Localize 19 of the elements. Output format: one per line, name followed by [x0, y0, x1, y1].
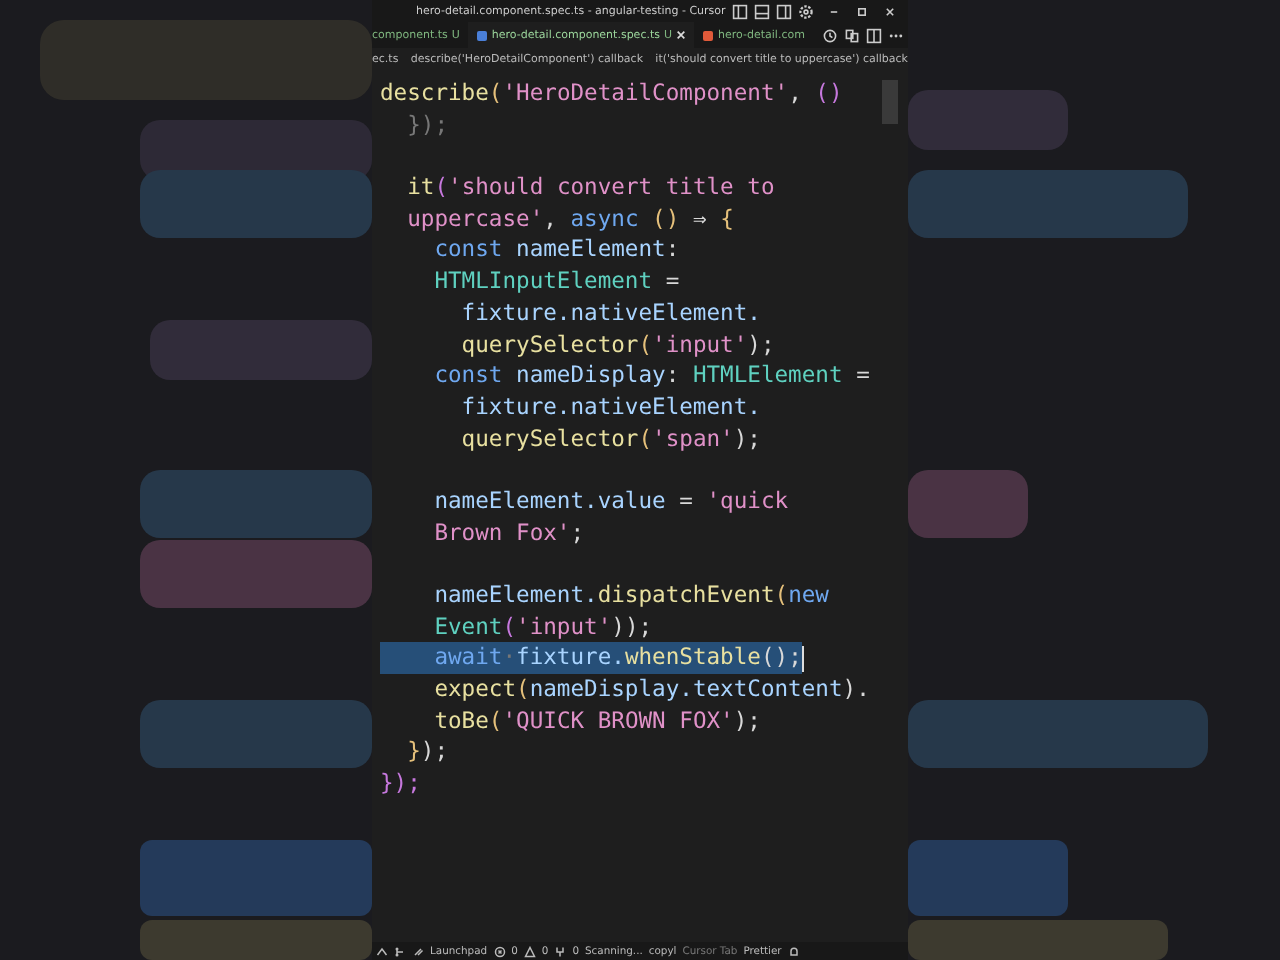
- code-line: fixture.nativeElement.: [459, 297, 761, 330]
- code-line: describe('HeroDetailComponent', (): [380, 78, 843, 110]
- code-line: uppercase', async () ⇒ {: [405, 203, 734, 235]
- code-line: HTMLInputElement =: [432, 266, 680, 298]
- code-line: nameElement.dispatchEvent(new: [432, 580, 829, 612]
- code-line: const nameDisplay: HTMLElement =: [432, 360, 870, 392]
- code-line: const nameElement:: [432, 234, 680, 267]
- code-line: });: [405, 109, 449, 141]
- code-line: });: [405, 736, 449, 769]
- code-line: querySelector('input');: [459, 329, 775, 361]
- code-line: });: [380, 768, 421, 800]
- code-line: fixture.nativeElement.: [459, 391, 761, 424]
- code-line: Event('input'));: [432, 611, 653, 643]
- code-line: querySelector('span');: [459, 423, 761, 455]
- code-line: nameElement.value = 'quick: [432, 485, 789, 518]
- code-line: expect(nameDisplay.textContent).: [432, 674, 870, 706]
- code-line: toBe('QUICK BROWN FOX');: [432, 705, 761, 737]
- code-line: it('should convert title to: [405, 172, 775, 204]
- code-line: Brown Fox';: [432, 517, 585, 549]
